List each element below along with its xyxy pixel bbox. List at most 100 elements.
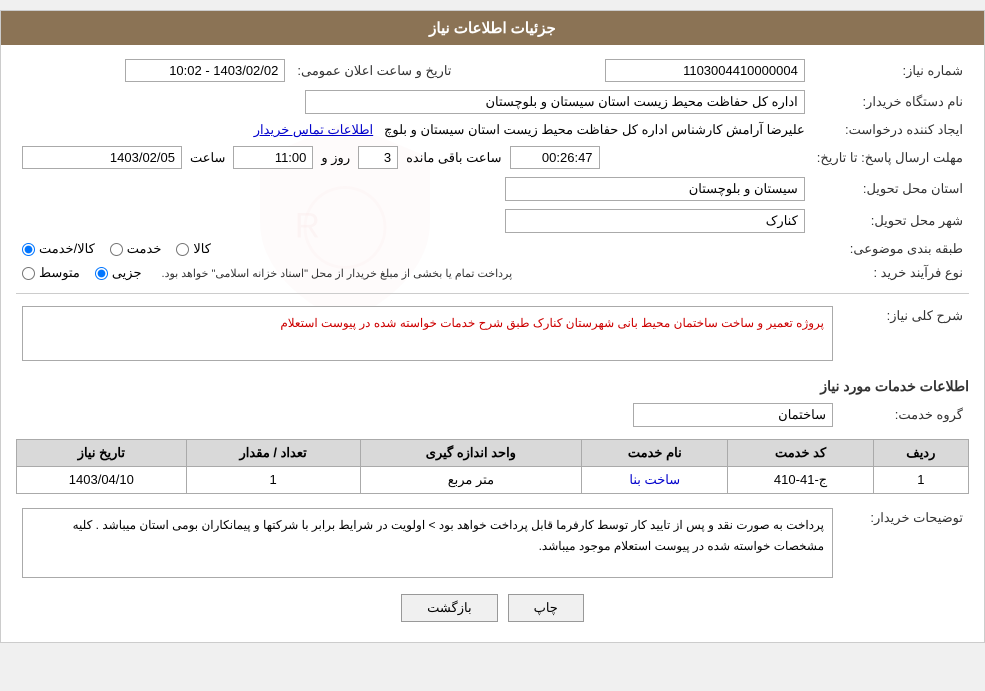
- process-radio-motevaset[interactable]: [22, 267, 35, 280]
- category-radio-khedmat[interactable]: [110, 243, 123, 256]
- cell-unit: متر مربع: [360, 466, 581, 493]
- reply-deadline-value: 1403/02/05 ساعت 11:00 روز و 3 ساعت باقی …: [16, 142, 811, 173]
- buyer-org-row: نام دستگاه خریدار: اداره کل حفاظت محیط ز…: [16, 86, 969, 118]
- reply-days-input[interactable]: 3: [358, 146, 398, 169]
- buttons-row: چاپ بازگشت: [16, 594, 969, 622]
- description-textarea[interactable]: [22, 306, 833, 361]
- need-number-input[interactable]: 1103004410000004: [605, 59, 805, 82]
- content-area: R شماره نیاز: 1103004410000004 تاریخ و س…: [1, 45, 984, 642]
- service-group-input[interactable]: ساختمان: [633, 403, 833, 427]
- buyer-org-input[interactable]: اداره کل حفاظت محیط زیست استان سیستان و …: [305, 90, 805, 114]
- col-header-qty: تعداد / مقدار: [186, 439, 360, 466]
- need-number-row: شماره نیاز: 1103004410000004 تاریخ و ساع…: [16, 55, 969, 86]
- buyer-org-value: اداره کل حفاظت محیط زیست استان سیستان و …: [16, 86, 811, 118]
- category-option-khedmat[interactable]: خدمت: [110, 241, 162, 257]
- process-label-motevaset: متوسط: [39, 265, 80, 281]
- category-option-kala[interactable]: کالا: [176, 241, 211, 257]
- reply-time-label: ساعت: [190, 150, 225, 166]
- buyer-notes-label: توضیحات خریدار:: [839, 504, 969, 582]
- services-section: اطلاعات خدمات مورد نیاز گروه خدمت: ساختم…: [16, 378, 969, 494]
- category-label-kala: کالا: [193, 241, 211, 257]
- services-table: ردیف کد خدمت نام خدمت واحد اندازه گیری ت…: [16, 439, 969, 494]
- notes-table: توضیحات خریدار: پرداخت به صورت نقد و پس …: [16, 504, 969, 582]
- process-label-jozi: جزیی: [112, 265, 142, 281]
- page-title: جزئیات اطلاعات نیاز: [429, 20, 556, 37]
- category-options: کالا/خدمت خدمت کالا: [16, 237, 811, 261]
- description-label: شرح کلی نیاز:: [839, 302, 969, 368]
- description-row: شرح کلی نیاز:: [16, 302, 969, 368]
- reply-remain-input[interactable]: 00:26:47: [510, 146, 600, 169]
- col-header-code: کد خدمت: [728, 439, 873, 466]
- reply-date-input[interactable]: 1403/02/05: [22, 146, 182, 169]
- category-radio-group: کالا/خدمت خدمت کالا: [22, 241, 805, 257]
- announce-date-label: تاریخ و ساعت اعلان عمومی:: [291, 55, 471, 86]
- delivery-city-row: شهر محل تحویل: کنارک: [16, 205, 969, 237]
- process-row: نوع فرآیند خرید : متوسط جزیی: [16, 261, 969, 285]
- services-table-body: 1 ج-41-410 ساخت بنا متر مربع 1 1403/04/1…: [17, 466, 969, 493]
- announce-date-value: 1403/02/02 - 10:02: [16, 55, 291, 86]
- category-row: طبقه بندی موضوعی: کالا/خدمت خدمت: [16, 237, 969, 261]
- process-option-jozi[interactable]: جزیی: [95, 265, 142, 281]
- reply-deadline-row: مهلت ارسال پاسخ: تا تاریخ: 1403/02/05 سا…: [16, 142, 969, 173]
- reply-days-label: روز و: [321, 150, 350, 166]
- description-value: [16, 302, 839, 368]
- need-number-label: شماره نیاز:: [811, 55, 969, 86]
- reply-remain-label: ساعت باقی مانده: [406, 150, 501, 166]
- cell-date: 1403/04/10: [17, 466, 187, 493]
- cell-row: 1: [873, 466, 968, 493]
- page-header: جزئیات اطلاعات نیاز: [1, 11, 984, 45]
- page-wrapper: جزئیات اطلاعات نیاز R شماره نیاز: 110300…: [0, 10, 985, 643]
- delivery-city-input[interactable]: کنارک: [505, 209, 805, 233]
- need-number-value: 1103004410000004: [471, 55, 810, 86]
- creator-row: ایجاد کننده درخواست: علیرضا آرامش کارشنا…: [16, 118, 969, 142]
- service-group-value: ساختمان: [16, 399, 839, 431]
- col-header-unit: واحد اندازه گیری: [360, 439, 581, 466]
- info-table: شماره نیاز: 1103004410000004 تاریخ و ساع…: [16, 55, 969, 285]
- process-note: پرداخت تمام یا بخشی از مبلغ خریدار از مح…: [162, 267, 513, 280]
- divider-1: [16, 293, 969, 294]
- creator-label: ایجاد کننده درخواست:: [811, 118, 969, 142]
- category-label: طبقه بندی موضوعی:: [811, 237, 969, 261]
- announce-date-input[interactable]: 1403/02/02 - 10:02: [125, 59, 285, 82]
- reply-deadline-label: مهلت ارسال پاسخ: تا تاریخ:: [811, 142, 969, 173]
- print-button[interactable]: چاپ: [508, 594, 584, 622]
- creator-contact-link[interactable]: اطلاعات تماس خریدار: [254, 122, 373, 137]
- process-label: نوع فرآیند خرید :: [811, 261, 969, 285]
- cell-qty: 1: [186, 466, 360, 493]
- delivery-province-input[interactable]: سیستان و بلوچستان: [505, 177, 805, 201]
- delivery-province-value: سیستان و بلوچستان: [16, 173, 811, 205]
- process-radio-jozi[interactable]: [95, 267, 108, 280]
- services-section-title: اطلاعات خدمات مورد نیاز: [16, 378, 969, 395]
- delivery-city-label: شهر محل تحویل:: [811, 205, 969, 237]
- process-radio-group: متوسط جزیی: [22, 265, 142, 281]
- cell-name: ساخت بنا: [582, 466, 728, 493]
- buyer-org-label: نام دستگاه خریدار:: [811, 86, 969, 118]
- col-header-name: نام خدمت: [582, 439, 728, 466]
- delivery-province-label: استان محل تحویل:: [811, 173, 969, 205]
- table-row: 1 ج-41-410 ساخت بنا متر مربع 1 1403/04/1…: [17, 466, 969, 493]
- service-group-row: گروه خدمت: ساختمان: [16, 399, 969, 431]
- service-group-table: گروه خدمت: ساختمان: [16, 399, 969, 431]
- category-label-khedmat: خدمت: [127, 241, 162, 257]
- notes-row: توضیحات خریدار: پرداخت به صورت نقد و پس …: [16, 504, 969, 582]
- cell-code: ج-41-410: [728, 466, 873, 493]
- content-inner: شماره نیاز: 1103004410000004 تاریخ و ساع…: [16, 55, 969, 622]
- buyer-notes-value: پرداخت به صورت نقد و پس از تایید کار توس…: [16, 504, 839, 582]
- services-table-head: ردیف کد خدمت نام خدمت واحد اندازه گیری ت…: [17, 439, 969, 466]
- service-group-label: گروه خدمت:: [839, 399, 969, 431]
- creator-value: علیرضا آرامش کارشناس اداره کل حفاظت محیط…: [16, 118, 811, 142]
- process-options: متوسط جزیی پرداخت تمام یا بخشی از مبلغ خ…: [16, 261, 811, 285]
- category-radio-kala[interactable]: [176, 243, 189, 256]
- buyer-notes-box: پرداخت به صورت نقد و پس از تایید کار توس…: [22, 508, 833, 578]
- col-header-date: تاریخ نیاز: [17, 439, 187, 466]
- category-radio-kala-khedmat[interactable]: [22, 243, 35, 256]
- delivery-city-value: کنارک: [16, 205, 811, 237]
- reply-time-input[interactable]: 11:00: [233, 146, 313, 169]
- category-label-kala-khedmat: کالا/خدمت: [39, 241, 95, 257]
- process-option-motevaset[interactable]: متوسط: [22, 265, 80, 281]
- delivery-province-row: استان محل تحویل: سیستان و بلوچستان: [16, 173, 969, 205]
- back-button[interactable]: بازگشت: [401, 594, 497, 622]
- services-table-header-row: ردیف کد خدمت نام خدمت واحد اندازه گیری ت…: [17, 439, 969, 466]
- category-option-kala-khedmat[interactable]: کالا/خدمت: [22, 241, 95, 257]
- col-header-row: ردیف: [873, 439, 968, 466]
